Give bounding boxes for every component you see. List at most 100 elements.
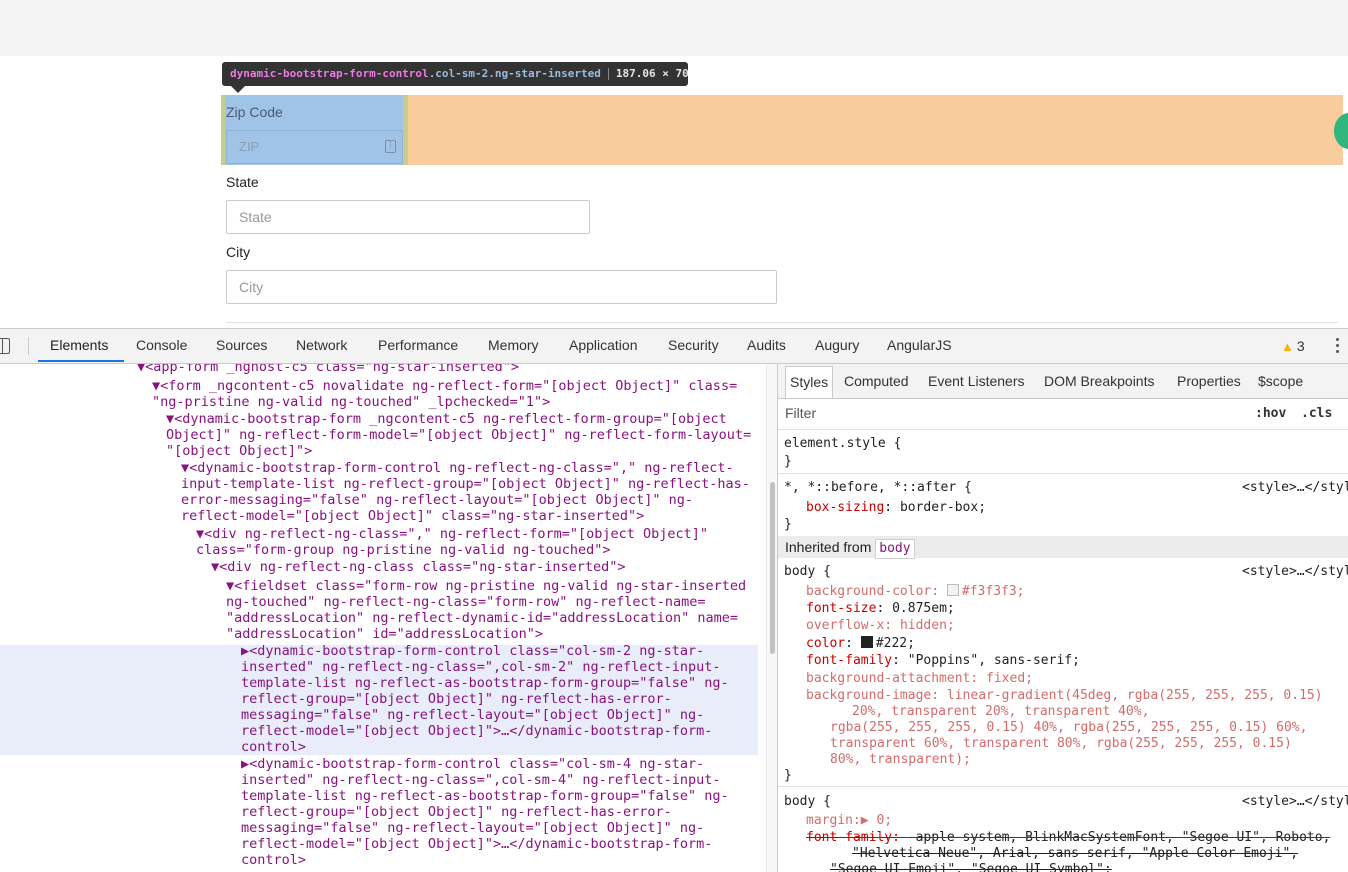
property-value[interactable]: #222; <box>876 636 915 651</box>
tab-sources[interactable]: Sources <box>216 329 267 363</box>
property-name[interactable]: font-size <box>806 601 876 616</box>
tab-event-listeners[interactable]: Event Listeners <box>928 364 1025 398</box>
dom-node-line-selected[interactable]: template-list ng-reflect-as-bootstrap-fo… <box>241 675 729 691</box>
dom-node-line[interactable]: ▼<form _ngcontent-c5 novalidate ng-refle… <box>152 378 737 394</box>
zip-input[interactable]: ZIP <box>226 130 403 164</box>
hov-toggle[interactable]: :hov <box>1255 405 1286 422</box>
dom-node-line[interactable]: ▼<fieldset class="form-row ng-pristine n… <box>226 578 746 594</box>
dom-node-line-selected[interactable]: ▶<dynamic-bootstrap-form-control class="… <box>241 643 704 659</box>
tab-audits[interactable]: Audits <box>747 329 786 363</box>
rule-source-link[interactable]: <style>…</style> <box>1242 479 1348 496</box>
declaration-font-family[interactable]: font-family: "Poppins", sans-serif; <box>806 652 1080 669</box>
dom-node-line[interactable]: ng-touched" ng-reflect-ng-class="form-ro… <box>226 594 706 610</box>
declaration-margin[interactable]: margin:▶ 0; <box>806 812 892 829</box>
property-name[interactable]: background-color <box>806 584 931 599</box>
property-value[interactable]: fixed; <box>986 671 1033 686</box>
tab-network[interactable]: Network <box>296 329 347 363</box>
tab-scope[interactable]: $scope <box>1258 364 1303 398</box>
rule-source-link[interactable]: <style>…</style> <box>1242 563 1348 580</box>
dom-node-line[interactable]: template-list ng-reflect-as-bootstrap-fo… <box>241 788 729 804</box>
dom-node-line[interactable]: class="form-group ng-pristine ng-valid n… <box>196 542 611 558</box>
tab-augury[interactable]: Augury <box>815 329 859 363</box>
password-manager-icon[interactable]: ⁝ <box>385 140 396 153</box>
property-name[interactable]: background-attachment <box>806 671 970 686</box>
tab-memory[interactable]: Memory <box>488 329 539 363</box>
property-name[interactable]: box-sizing <box>806 500 884 515</box>
declaration-background-color[interactable]: background-color: #f3f3f3; <box>806 583 1025 600</box>
dom-node-line[interactable]: "ng-pristine ng-valid ng-touched" _lpche… <box>152 394 550 410</box>
tab-properties[interactable]: Properties <box>1177 364 1241 398</box>
dom-node-line-selected[interactable]: control> <box>241 739 306 755</box>
dom-node-line[interactable]: error-messaging="false" ng-reflect-layou… <box>181 492 693 508</box>
tab-styles[interactable]: Styles <box>785 366 834 398</box>
declaration-background-attachment[interactable]: background-attachment: fixed; <box>806 670 1033 687</box>
color-swatch[interactable] <box>946 584 959 596</box>
property-name[interactable]: font-family <box>806 830 892 845</box>
tab-application[interactable]: Application <box>569 329 638 363</box>
dom-node-line[interactable]: "addressLocation" id="addressLocation"> <box>226 626 543 642</box>
tab-performance[interactable]: Performance <box>378 329 458 363</box>
rule-selector-element-style[interactable]: element.style { <box>784 435 901 452</box>
tab-dom-breakpoints[interactable]: DOM Breakpoints <box>1044 364 1154 398</box>
property-value[interactable]: 0; <box>876 813 892 828</box>
dom-node-line[interactable]: ▼<app-form _nghost-c5 class="ng-star-ins… <box>137 364 519 375</box>
tab-computed[interactable]: Computed <box>844 364 909 398</box>
inherited-body-tag[interactable]: body <box>875 539 915 559</box>
dom-node-line[interactable]: ▼<dynamic-bootstrap-form _ngcontent-c5 n… <box>166 411 727 427</box>
dock-side-icon[interactable] <box>0 338 10 354</box>
property-name[interactable]: color <box>806 636 845 651</box>
dom-node-line[interactable]: Object]" ng-reflect-form-model="[object … <box>166 427 751 443</box>
cls-toggle[interactable]: .cls <box>1301 405 1332 422</box>
property-name[interactable]: font-family <box>806 653 892 668</box>
dom-node-line-selected[interactable]: reflect-model="[object Object]">…</dynam… <box>241 723 712 739</box>
property-value[interactable]: -apple-system, BlinkMacSystemFont, "Sego… <box>908 830 1331 845</box>
declaration-overflow-x[interactable]: overflow-x: hidden; <box>806 617 955 634</box>
dom-node-line-selected[interactable]: messaging="false" ng-reflect-layout="[ob… <box>241 707 704 723</box>
dom-node-line[interactable]: inserted" ng-reflect-ng-class=",col-sm-4… <box>241 772 721 788</box>
color-swatch[interactable] <box>860 636 873 648</box>
dom-node-line[interactable]: reflect-model="[object Object]" class="n… <box>181 508 644 524</box>
more-options-icon[interactable] <box>1334 338 1340 356</box>
elements-tree[interactable]: ▼<app-form _nghost-c5 class="ng-star-ins… <box>0 364 766 872</box>
rule-selector-universal[interactable]: *, *::before, *::after { <box>784 479 972 496</box>
property-value[interactable]: linear-gradient(45deg, rgba(255, 255, 25… <box>947 688 1323 703</box>
dom-node-line[interactable]: control> <box>241 852 306 868</box>
declaration-font-size[interactable]: font-size: 0.875em; <box>806 600 955 617</box>
dom-node-line[interactable]: input-template-list ng-reflect-group="[o… <box>181 476 750 492</box>
tab-angularjs[interactable]: AngularJS <box>887 329 952 363</box>
dom-node-line[interactable]: reflect-group="[object Object]" ng-refle… <box>241 804 672 820</box>
property-value[interactable]: 0.875em; <box>892 601 955 616</box>
dom-node-line[interactable]: "[object Object]"> <box>166 443 312 459</box>
property-name[interactable]: margin <box>806 813 853 828</box>
dom-node-line[interactable]: ▼<dynamic-bootstrap-form-control ng-refl… <box>181 460 734 476</box>
property-value[interactable]: border-box; <box>900 500 986 515</box>
rule-selector-body[interactable]: body { <box>784 563 831 580</box>
declaration-color[interactable]: color: #222; <box>806 635 915 652</box>
dom-node-line[interactable]: reflect-model="[object Object]">…</dynam… <box>241 836 712 852</box>
tab-security[interactable]: Security <box>668 329 719 363</box>
dom-node-line[interactable]: messaging="false" ng-reflect-layout="[ob… <box>241 820 704 836</box>
dom-node-line[interactable]: ▶<dynamic-bootstrap-form-control class="… <box>241 756 704 772</box>
declaration-box-sizing[interactable]: box-sizing: border-box; <box>806 499 986 516</box>
property-name[interactable]: background-image <box>806 688 931 703</box>
dom-node-line-selected[interactable]: reflect-group="[object Object]" ng-refle… <box>241 691 672 707</box>
elements-scroll-thumb[interactable] <box>770 482 775 654</box>
property-name[interactable]: overflow-x <box>806 618 884 633</box>
property-value[interactable]: "Poppins", sans-serif; <box>908 653 1080 668</box>
city-input[interactable]: City <box>226 270 777 304</box>
declaration-background-image[interactable]: background-image: linear-gradient(45deg,… <box>806 687 1323 704</box>
rule-selector-body[interactable]: body { <box>784 793 831 810</box>
dom-node-line[interactable]: ▼<div ng-reflect-ng-class class="ng-star… <box>211 559 626 575</box>
filter-input[interactable]: Filter <box>785 405 816 422</box>
declaration-font-family-overridden[interactable]: font-family: -apple-system, BlinkMacSyst… <box>806 829 1330 846</box>
state-input[interactable]: State <box>226 200 590 234</box>
property-value[interactable]: hidden; <box>900 618 955 633</box>
tab-console[interactable]: Console <box>136 329 187 363</box>
tab-elements[interactable]: Elements <box>50 329 108 363</box>
warnings-counter[interactable]: ▲ 3 <box>1281 329 1305 363</box>
rule-source-link[interactable]: <style>…</style> <box>1242 793 1348 810</box>
dom-node-line-selected[interactable]: inserted" ng-reflect-ng-class=",col-sm-2… <box>241 659 721 675</box>
property-value[interactable]: #f3f3f3; <box>962 584 1025 599</box>
dom-node-line[interactable]: ▼<div ng-reflect-ng-class="," ng-reflect… <box>196 526 708 542</box>
dom-node-line[interactable]: "addressLocation" ng-reflect-dynamic-id=… <box>226 610 738 626</box>
